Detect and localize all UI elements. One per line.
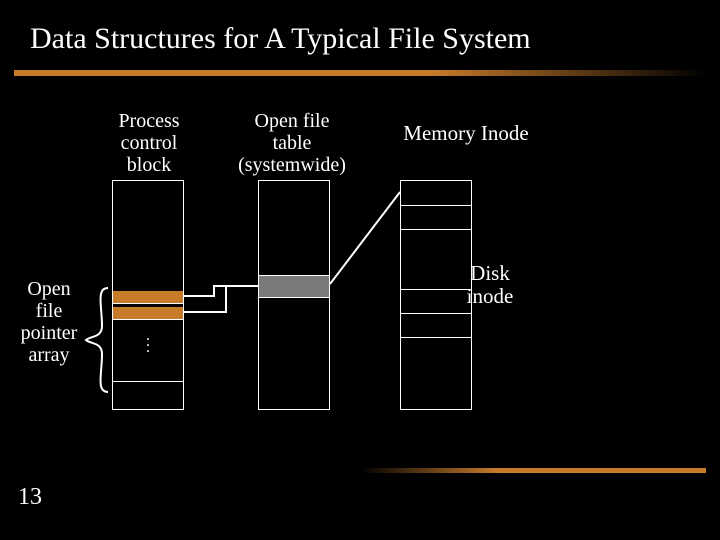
- memory-inode-column: [400, 180, 472, 410]
- cell-divider: [401, 337, 471, 338]
- cell-divider: [113, 381, 183, 382]
- cell-divider: [113, 303, 183, 304]
- brace-icon: [84, 286, 110, 394]
- arrow-oft-to-mi: [330, 192, 400, 284]
- pcb-pointer-row: [113, 291, 183, 303]
- cell-divider: [401, 289, 471, 290]
- vertical-ellipsis-icon: ...: [146, 333, 150, 351]
- cell-divider: [259, 297, 329, 298]
- arrow-pcb0-to-oft: [184, 286, 258, 296]
- connector-wires: [0, 0, 720, 540]
- open-file-table-column: [258, 180, 330, 410]
- label-pcb: Processcontrolblock: [104, 110, 194, 176]
- footer-rule: [360, 468, 706, 473]
- pcb-column: ...: [112, 180, 184, 410]
- page-number: 13: [18, 484, 42, 511]
- arrow-pcb1-to-oft: [184, 286, 258, 312]
- title-underline: [14, 70, 706, 76]
- cell-divider: [259, 275, 329, 276]
- cell-divider: [401, 313, 471, 314]
- label-memory-inode: Memory Inode: [396, 122, 536, 145]
- label-open-file-table: Open filetable(systemwide): [232, 110, 352, 176]
- cell-divider: [113, 319, 183, 320]
- label-open-file-pointer-array: Openfilepointerarray: [14, 278, 84, 366]
- slide-title: Data Structures for A Typical File Syste…: [30, 22, 531, 56]
- pcb-pointer-row: [113, 307, 183, 319]
- cell-divider: [401, 229, 471, 230]
- cell-divider: [401, 205, 471, 206]
- oft-highlight-row: [259, 275, 329, 297]
